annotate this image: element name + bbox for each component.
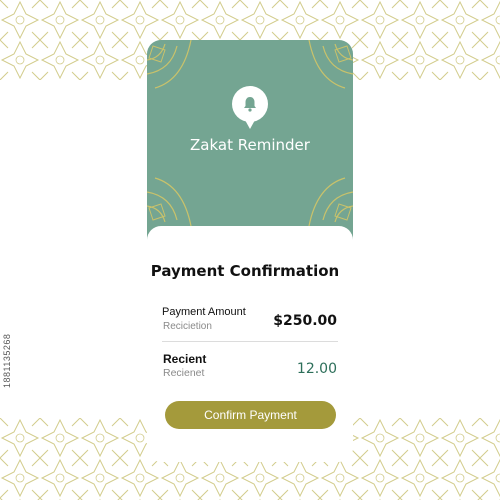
recipient-value: 12.00 (296, 361, 337, 377)
app-title: Zakat Reminder (190, 136, 310, 154)
payment-amount-value: $250.00 (273, 313, 337, 329)
recipient-sublabel: Recienet (163, 367, 205, 379)
stock-id-watermark: 1881135268 (2, 333, 12, 388)
corner-ornament-top-left (147, 40, 192, 89)
corner-ornament-bottom-right (308, 177, 353, 226)
confirm-payment-button[interactable]: Confirm Payment (165, 401, 336, 429)
bell-badge (232, 86, 268, 129)
payment-amount-sublabel: Recicietion (163, 321, 212, 332)
row-divider (162, 341, 338, 342)
corner-ornament-bottom-left (147, 177, 192, 226)
corner-ornament-top-right (308, 40, 353, 89)
recipient-label: Recient (163, 352, 207, 366)
bell-icon (244, 97, 256, 112)
confirmation-title: Payment Confirmation (150, 262, 340, 280)
payment-amount-label: Payment Amount (162, 306, 246, 318)
